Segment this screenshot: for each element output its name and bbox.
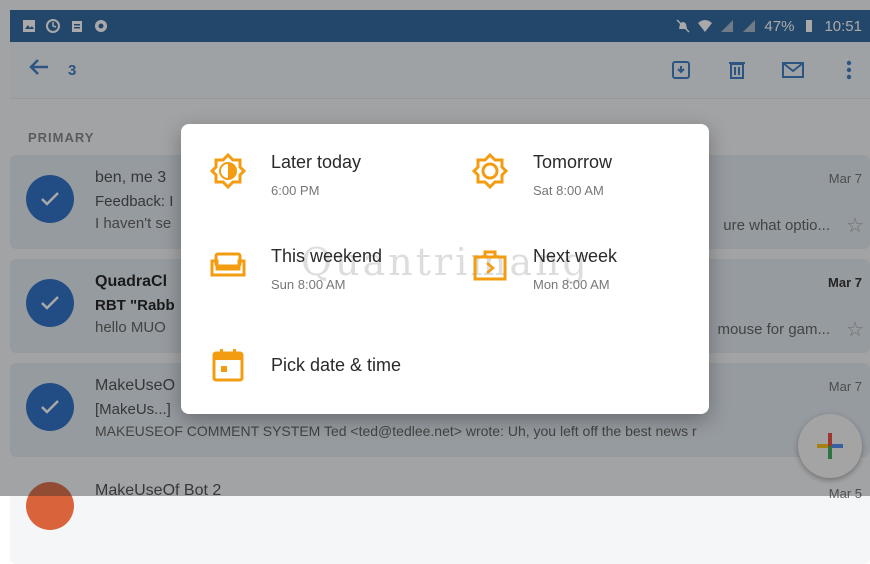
snooze-pick-date-time[interactable]: Pick date & time: [209, 346, 401, 384]
couch-icon: [209, 246, 247, 284]
option-time: Sat 8:00 AM: [533, 183, 604, 198]
snooze-tomorrow[interactable]: Tomorrow Sat 8:00 AM: [471, 152, 612, 198]
snooze-next-week[interactable]: Next week Mon 8:00 AM: [471, 246, 617, 292]
option-label: Later today: [271, 152, 362, 172]
briefcase-icon: [471, 246, 509, 284]
screen: 47% 10:51 3 PRIMARY ben, me 3 Feedback: …: [0, 0, 870, 564]
snooze-dialog: Quantrimang Later today 6:00 PM Tomorrow…: [181, 124, 709, 414]
snooze-this-weekend[interactable]: This weekend Sun 8:00 AM: [209, 246, 382, 292]
option-time: Mon 8:00 AM: [533, 277, 610, 292]
option-label: Next week: [533, 246, 618, 266]
sun-half-icon: [209, 152, 247, 190]
option-time: Sun 8:00 AM: [271, 277, 346, 292]
snooze-later-today[interactable]: Later today 6:00 PM: [209, 152, 361, 198]
option-label: This weekend: [271, 246, 383, 266]
calendar-icon: [209, 346, 247, 384]
sun-icon: [471, 152, 509, 190]
option-time: 6:00 PM: [271, 183, 320, 198]
option-label: Pick date & time: [271, 354, 402, 375]
option-label: Tomorrow: [533, 152, 613, 172]
